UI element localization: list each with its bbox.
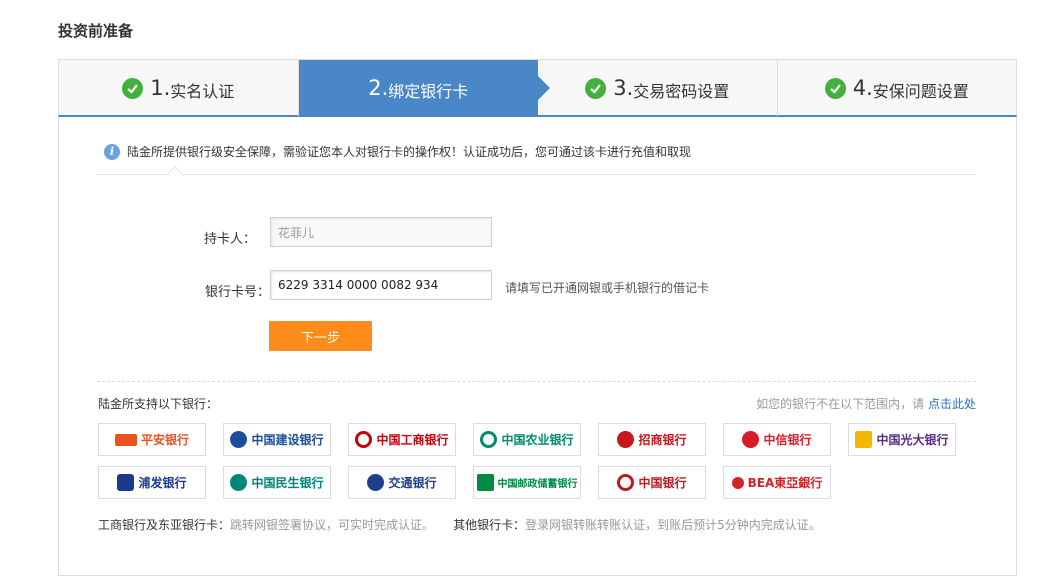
step-trade-password: 3. 交易密码设置	[538, 60, 778, 116]
citic-logo-icon	[742, 431, 760, 448]
bank-spdb[interactable]: 浦发银行	[98, 466, 206, 499]
verification-footnote: 工商银行及东亚银行卡：跳转网银签署协议，可实时完成认证。 其他银行卡：登录网银转…	[98, 516, 821, 533]
bank-ceb[interactable]: 中国光大银行	[848, 423, 956, 456]
check-icon	[585, 77, 607, 99]
step-label: 安保问题设置	[872, 82, 969, 101]
bank-name: 招商银行	[638, 433, 687, 447]
ccb-logo-icon	[230, 431, 248, 448]
security-notice: i 陆金所提供银行级安全保障，需验证您本人对银行卡的操作权！认证成功后，您可通过…	[104, 143, 691, 160]
supported-banks-label: 陆金所支持以下银行：	[98, 397, 219, 411]
bank-psbc[interactable]: 中国邮政储蓄银行	[473, 466, 581, 499]
card-number-label: 银行卡号：	[204, 285, 270, 300]
cmbc-logo-icon	[230, 474, 248, 491]
info-icon: i	[104, 143, 120, 160]
card-number-input[interactable]: 6229 3314 0000 0082 934	[270, 270, 492, 300]
bank-cmbc[interactable]: 中国民生银行	[223, 466, 331, 499]
not-listed-text: 如您的银行不在以下范围内，请	[756, 397, 925, 411]
abc-logo-icon	[480, 431, 498, 448]
bank-name: 中国邮政储蓄银行	[497, 479, 578, 490]
step-label: 交易密码设置	[633, 82, 730, 101]
step-real-name: 1. 实名认证	[59, 60, 299, 116]
bank-not-listed: 如您的银行不在以下范围内，请 点击此处	[756, 395, 976, 412]
pingan-logo-icon	[114, 433, 137, 446]
bank-name: 交通银行	[388, 476, 437, 490]
bank-bocom[interactable]: 交通银行	[348, 466, 456, 499]
footnote-label-other: 其他银行卡：	[453, 518, 526, 532]
step-number: 4.	[852, 76, 873, 100]
divider	[97, 381, 976, 382]
step-number: 1.	[150, 76, 171, 100]
click-here-link[interactable]: 点击此处	[928, 397, 976, 411]
bank-boc[interactable]: 中国银行	[598, 466, 706, 499]
bank-pingan[interactable]: 平安银行	[98, 423, 206, 456]
divider	[97, 174, 976, 175]
bank-name: 中国光大银行	[876, 433, 949, 447]
footnote-label-icbc-bea: 工商银行及东亚银行卡：	[98, 518, 231, 532]
psbc-logo-icon	[476, 474, 494, 491]
notice-text: 陆金所提供银行级安全保障，需验证您本人对银行卡的操作权！认证成功后，您可通过该卡…	[127, 145, 692, 159]
bank-name: 中国民生银行	[251, 476, 324, 490]
step-bind-card: 2. 绑定银行卡	[298, 60, 550, 116]
page-title: 投资前准备	[58, 22, 134, 40]
bank-abc[interactable]: 中国农业银行	[473, 423, 581, 456]
footnote-text-icbc-bea: 跳转网银签署协议，可实时完成认证。	[230, 518, 435, 532]
bank-bea[interactable]: BEA東亞銀行	[723, 466, 831, 499]
bank-name: 中信银行	[763, 433, 812, 447]
spdb-logo-icon	[117, 474, 135, 491]
step-label: 绑定银行卡	[388, 82, 469, 101]
bank-name: 中国建设银行	[251, 433, 324, 447]
bank-name: 浦发银行	[138, 476, 187, 490]
check-icon	[824, 77, 846, 99]
cardholder-field[interactable]: 花菲儿	[270, 217, 492, 247]
bank-name: BEA東亞銀行	[747, 476, 823, 490]
ceb-logo-icon	[855, 431, 873, 448]
bank-citic[interactable]: 中信银行	[723, 423, 831, 456]
step-label: 实名认证	[170, 82, 235, 101]
cmb-logo-icon	[617, 431, 635, 448]
step-number: 2.	[368, 76, 389, 100]
step-security-question: 4. 安保问题设置	[778, 60, 1017, 116]
bocom-logo-icon	[367, 474, 385, 491]
card-number-hint: 请填写已开通网银或手机银行的借记卡	[505, 281, 710, 295]
step-number: 3.	[613, 76, 634, 100]
boc-logo-icon	[617, 474, 635, 491]
holder-label: 持卡人：	[203, 232, 256, 247]
bank-name: 平安银行	[140, 433, 189, 447]
bank-ccb[interactable]: 中国建设银行	[223, 423, 331, 456]
footnote-text-other: 登录网银转账转账认证，到账后预计5分钟内完成认证。	[525, 518, 821, 532]
bank-cmb[interactable]: 招商银行	[598, 423, 706, 456]
bank-name: 中国工商银行	[376, 433, 449, 447]
next-step-button[interactable]: 下一步	[269, 321, 372, 351]
bank-icbc[interactable]: 中国工商银行	[348, 423, 456, 456]
icbc-logo-icon	[355, 431, 373, 448]
bea-logo-icon	[731, 476, 744, 489]
bank-name: 中国银行	[638, 476, 687, 490]
check-icon	[122, 77, 144, 99]
step-progress-bar: 1. 实名认证 2. 绑定银行卡 3. 交易密码设置 4. 安保问题设置	[58, 59, 1017, 117]
bank-name: 中国农业银行	[501, 433, 574, 447]
